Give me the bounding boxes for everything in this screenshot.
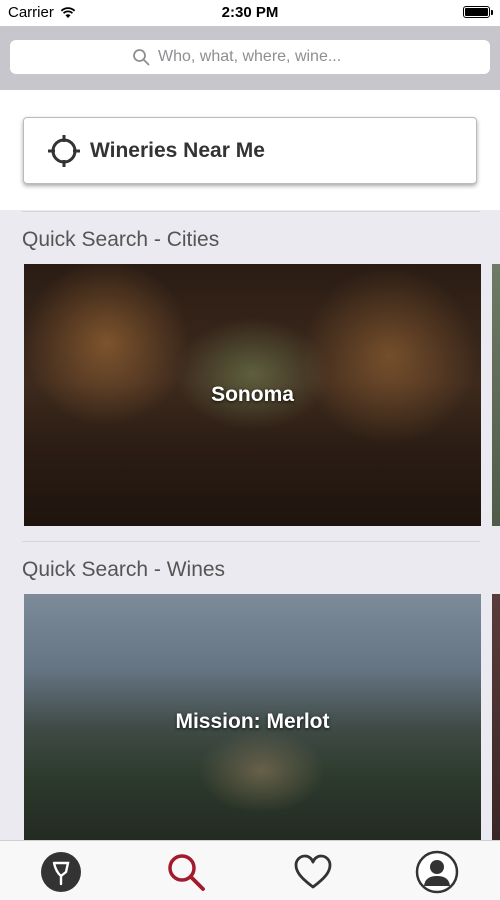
wine-card-mission-merlot[interactable]: Mission: Merlot	[24, 594, 481, 840]
city-card-sonoma[interactable]: Sonoma	[24, 264, 481, 526]
battery-icon	[463, 6, 493, 18]
winery-logo-icon	[41, 852, 81, 892]
tab-bar	[0, 840, 500, 900]
crosshair-icon	[48, 134, 80, 167]
divider	[22, 541, 480, 542]
search-icon	[133, 49, 150, 66]
search-bar[interactable]	[10, 40, 490, 74]
cities-section-title: Quick Search - Cities	[22, 228, 220, 251]
search-input[interactable]	[158, 48, 368, 66]
clock: 2:30 PM	[221, 4, 279, 21]
divider	[22, 211, 480, 212]
search-area	[0, 26, 500, 90]
tab-favorites[interactable]	[290, 849, 336, 895]
city-card-next-peek[interactable]	[492, 264, 500, 526]
wine-card-label: Mission: Merlot	[175, 709, 330, 733]
wine-card-next-peek[interactable]	[492, 594, 500, 840]
search-icon	[168, 854, 205, 891]
tab-home[interactable]	[38, 849, 84, 895]
profile-icon	[415, 850, 459, 894]
heart-icon	[294, 854, 332, 889]
tab-search[interactable]	[163, 849, 209, 895]
status-bar: Carrier 2:30 PM	[0, 0, 500, 26]
tab-profile[interactable]	[414, 849, 460, 895]
wineries-near-me-button[interactable]: Wineries Near Me	[23, 117, 477, 184]
wineries-near-me-label: Wineries Near Me	[90, 138, 265, 162]
city-card-label: Sonoma	[211, 383, 294, 406]
wines-section-title: Quick Search - Wines	[22, 558, 226, 581]
